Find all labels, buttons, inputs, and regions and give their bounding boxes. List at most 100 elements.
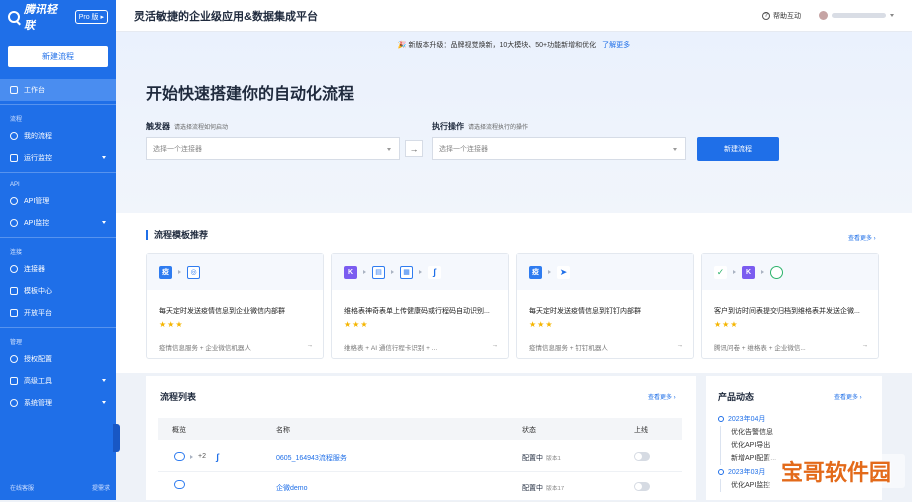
chevron-down-icon	[102, 401, 106, 404]
chevron-down-icon	[102, 379, 106, 382]
key-icon	[10, 355, 18, 363]
column-header: 状态	[522, 427, 536, 434]
workbench-icon	[10, 86, 18, 94]
flow-status: 配置中 版本17	[522, 485, 565, 492]
trigger-connector-select[interactable]: 选择一个连接器	[146, 137, 400, 160]
arrow-right-icon[interactable]: →	[492, 342, 499, 352]
tencent-survey-icon: ✓	[714, 265, 727, 279]
logo[interactable]: 腾讯轻联 Pro 版 ▸	[0, 0, 116, 34]
vika-icon: K	[344, 265, 357, 279]
chevron-down-icon	[673, 148, 677, 151]
template-card[interactable]: K ▤ ▦ ∫ 维格表神奇表单上传健康码或行程码自动识别... ★★★ 维格表 + A…	[331, 253, 509, 359]
flow-list-title: 流程列表	[160, 392, 197, 402]
product-news-title: 产品动态	[718, 392, 755, 402]
nav-group-flow: 流程	[10, 117, 23, 123]
table-header: 概览 名称 状态 上线	[158, 418, 682, 440]
cloud-icon	[174, 452, 185, 461]
template-card[interactable]: 疫 ◎ 每天定时发送疫情信息到企业微信内部群 ★★★ 疫情信息服务 + 企业微信机…	[146, 253, 324, 359]
timeline-dot-icon	[718, 416, 724, 422]
chevron-down-icon	[102, 156, 106, 159]
flow-name-link[interactable]: 企微demo	[276, 483, 308, 493]
username-redacted[interactable]	[832, 13, 886, 18]
hero-title: 开始快速搭建你的自动化流程	[146, 86, 355, 103]
template-section-title: 流程模板推荐	[146, 230, 208, 240]
help-button[interactable]: ? 帮助互动	[762, 11, 801, 21]
sidebar-item-connectors[interactable]: 连接器	[0, 258, 116, 280]
learn-more-link[interactable]: 了解更多	[602, 42, 630, 49]
flow-name-link[interactable]: 0605_164943流程服务	[276, 453, 347, 463]
monitor-icon	[10, 154, 18, 162]
tools-icon	[10, 377, 18, 385]
chevron-down-icon[interactable]	[890, 14, 894, 17]
arrow-icon	[391, 270, 394, 274]
arrow-right-icon[interactable]: →	[307, 342, 314, 352]
sidebar-item-run-monitor[interactable]: 运行监控	[0, 147, 116, 169]
api-icon	[10, 197, 18, 205]
epidemic-service-icon: 疫	[159, 265, 172, 279]
rating-stars: ★★★	[529, 320, 554, 329]
rating-stars: ★★★	[714, 320, 739, 329]
tencent-lianlian-icon: ∫	[428, 265, 441, 279]
avatar[interactable]	[819, 11, 828, 20]
flow-list-see-more-link[interactable]: 查看更多 ›	[648, 392, 676, 401]
nav-group-connect: 连接	[10, 250, 23, 256]
online-toggle[interactable]	[634, 482, 650, 491]
online-service-link[interactable]: 在线客服	[10, 483, 34, 492]
feedback-link[interactable]: 提需求	[92, 483, 110, 492]
topbar: 灵活敏捷的企业级应用&数据集成平台 ? 帮助互动	[116, 0, 912, 32]
watermark: 宝哥软件园	[767, 454, 905, 488]
sidebar-item-api-manage[interactable]: API管理	[0, 190, 116, 212]
announcement-bar: 🎉 新版本升级：品牌视觉焕新，10大模块、50+功能新增和优化 了解更多	[397, 42, 631, 49]
arrow-icon	[733, 270, 736, 274]
template-card[interactable]: ✓ K 客户到访时间表提交归档到维格表并发送企微... ★★★ 腾讯问卷 + 维格…	[701, 253, 879, 359]
flow-overview: +2 ∫	[174, 450, 224, 463]
news-see-more-link[interactable]: 查看更多 ›	[834, 392, 862, 401]
table-row[interactable]: +2 ∫ 0605_164943流程服务 配置中 版本1	[158, 442, 682, 472]
arrow-right-icon: →	[405, 140, 423, 157]
news-item[interactable]: 优化告警信息	[720, 426, 776, 439]
rating-stars: ★★★	[344, 320, 369, 329]
page-title: 灵活敏捷的企业级应用&数据集成平台	[134, 10, 318, 23]
quick-start-section: 🎉 新版本升级：品牌视觉焕新，10大模块、50+功能新增和优化 了解更多 开始快速…	[116, 32, 912, 213]
gear-icon	[10, 399, 18, 407]
sidebar-item-api-monitor[interactable]: API监控	[0, 212, 116, 234]
template-section: 流程模板推荐 查看更多 › 疫 ◎ 每天定时发送疫情信息到企业微信内部群 ★★★ …	[116, 213, 912, 373]
arrow-icon	[548, 270, 551, 274]
nav-group-api: API	[10, 182, 20, 188]
arrow-icon	[363, 270, 366, 274]
arrow-right-icon[interactable]: →	[862, 342, 869, 352]
dingtalk-icon: ➤	[557, 265, 570, 279]
nav-group-manage: 管理	[10, 340, 23, 346]
arrow-right-icon[interactable]: →	[677, 342, 684, 352]
create-flow-button[interactable]: 新建流程	[697, 137, 779, 161]
sidebar-item-my-flows[interactable]: 我的流程	[0, 125, 116, 147]
new-flow-button[interactable]: 新建流程	[8, 46, 108, 67]
table-row[interactable]: 企微demo 配置中 版本17	[158, 472, 682, 502]
sidebar-item-workbench[interactable]: 工作台	[0, 79, 116, 101]
sidebar-collapse-handle[interactable]	[113, 424, 120, 452]
pro-badge[interactable]: Pro 版 ▸	[74, 10, 108, 24]
sidebar: 腾讯轻联 Pro 版 ▸ 新建流程 工作台 流程 我的流程 运行监控 API A…	[0, 0, 116, 500]
sidebar-item-system-manage[interactable]: 系统管理	[0, 392, 116, 414]
chevron-down-icon	[102, 221, 106, 224]
online-toggle[interactable]	[634, 452, 650, 461]
sidebar-item-auth-config[interactable]: 授权配置	[0, 348, 116, 370]
news-item[interactable]: 优化API导出	[720, 439, 776, 452]
wecom-icon	[770, 265, 783, 279]
arrow-icon	[190, 454, 193, 459]
cloud-icon	[174, 480, 185, 489]
template-icon	[10, 287, 18, 295]
action-connector-select[interactable]: 选择一个连接器	[432, 137, 686, 160]
api-monitor-icon	[10, 219, 18, 227]
sidebar-item-open-platform[interactable]: 开放平台	[0, 302, 116, 324]
wecom-bot-icon: ◎	[187, 265, 200, 279]
column-header: 上线	[634, 427, 648, 434]
sidebar-item-template-center[interactable]: 模板中心	[0, 280, 116, 302]
template-card[interactable]: 疫 ➤ 每天定时发送疫情信息到钉钉内部群 ★★★ 疫情信息服务 + 钉钉机器人 →	[516, 253, 694, 359]
sidebar-footer: 在线客服 提需求	[10, 483, 110, 492]
logo-icon	[8, 11, 20, 23]
rating-stars: ★★★	[159, 320, 184, 329]
sidebar-item-advanced-tools[interactable]: 高级工具	[0, 370, 116, 392]
trigger-label: 触发器 请选择流程如何启动	[146, 122, 229, 131]
templates-see-more-link[interactable]: 查看更多 ›	[848, 233, 876, 242]
